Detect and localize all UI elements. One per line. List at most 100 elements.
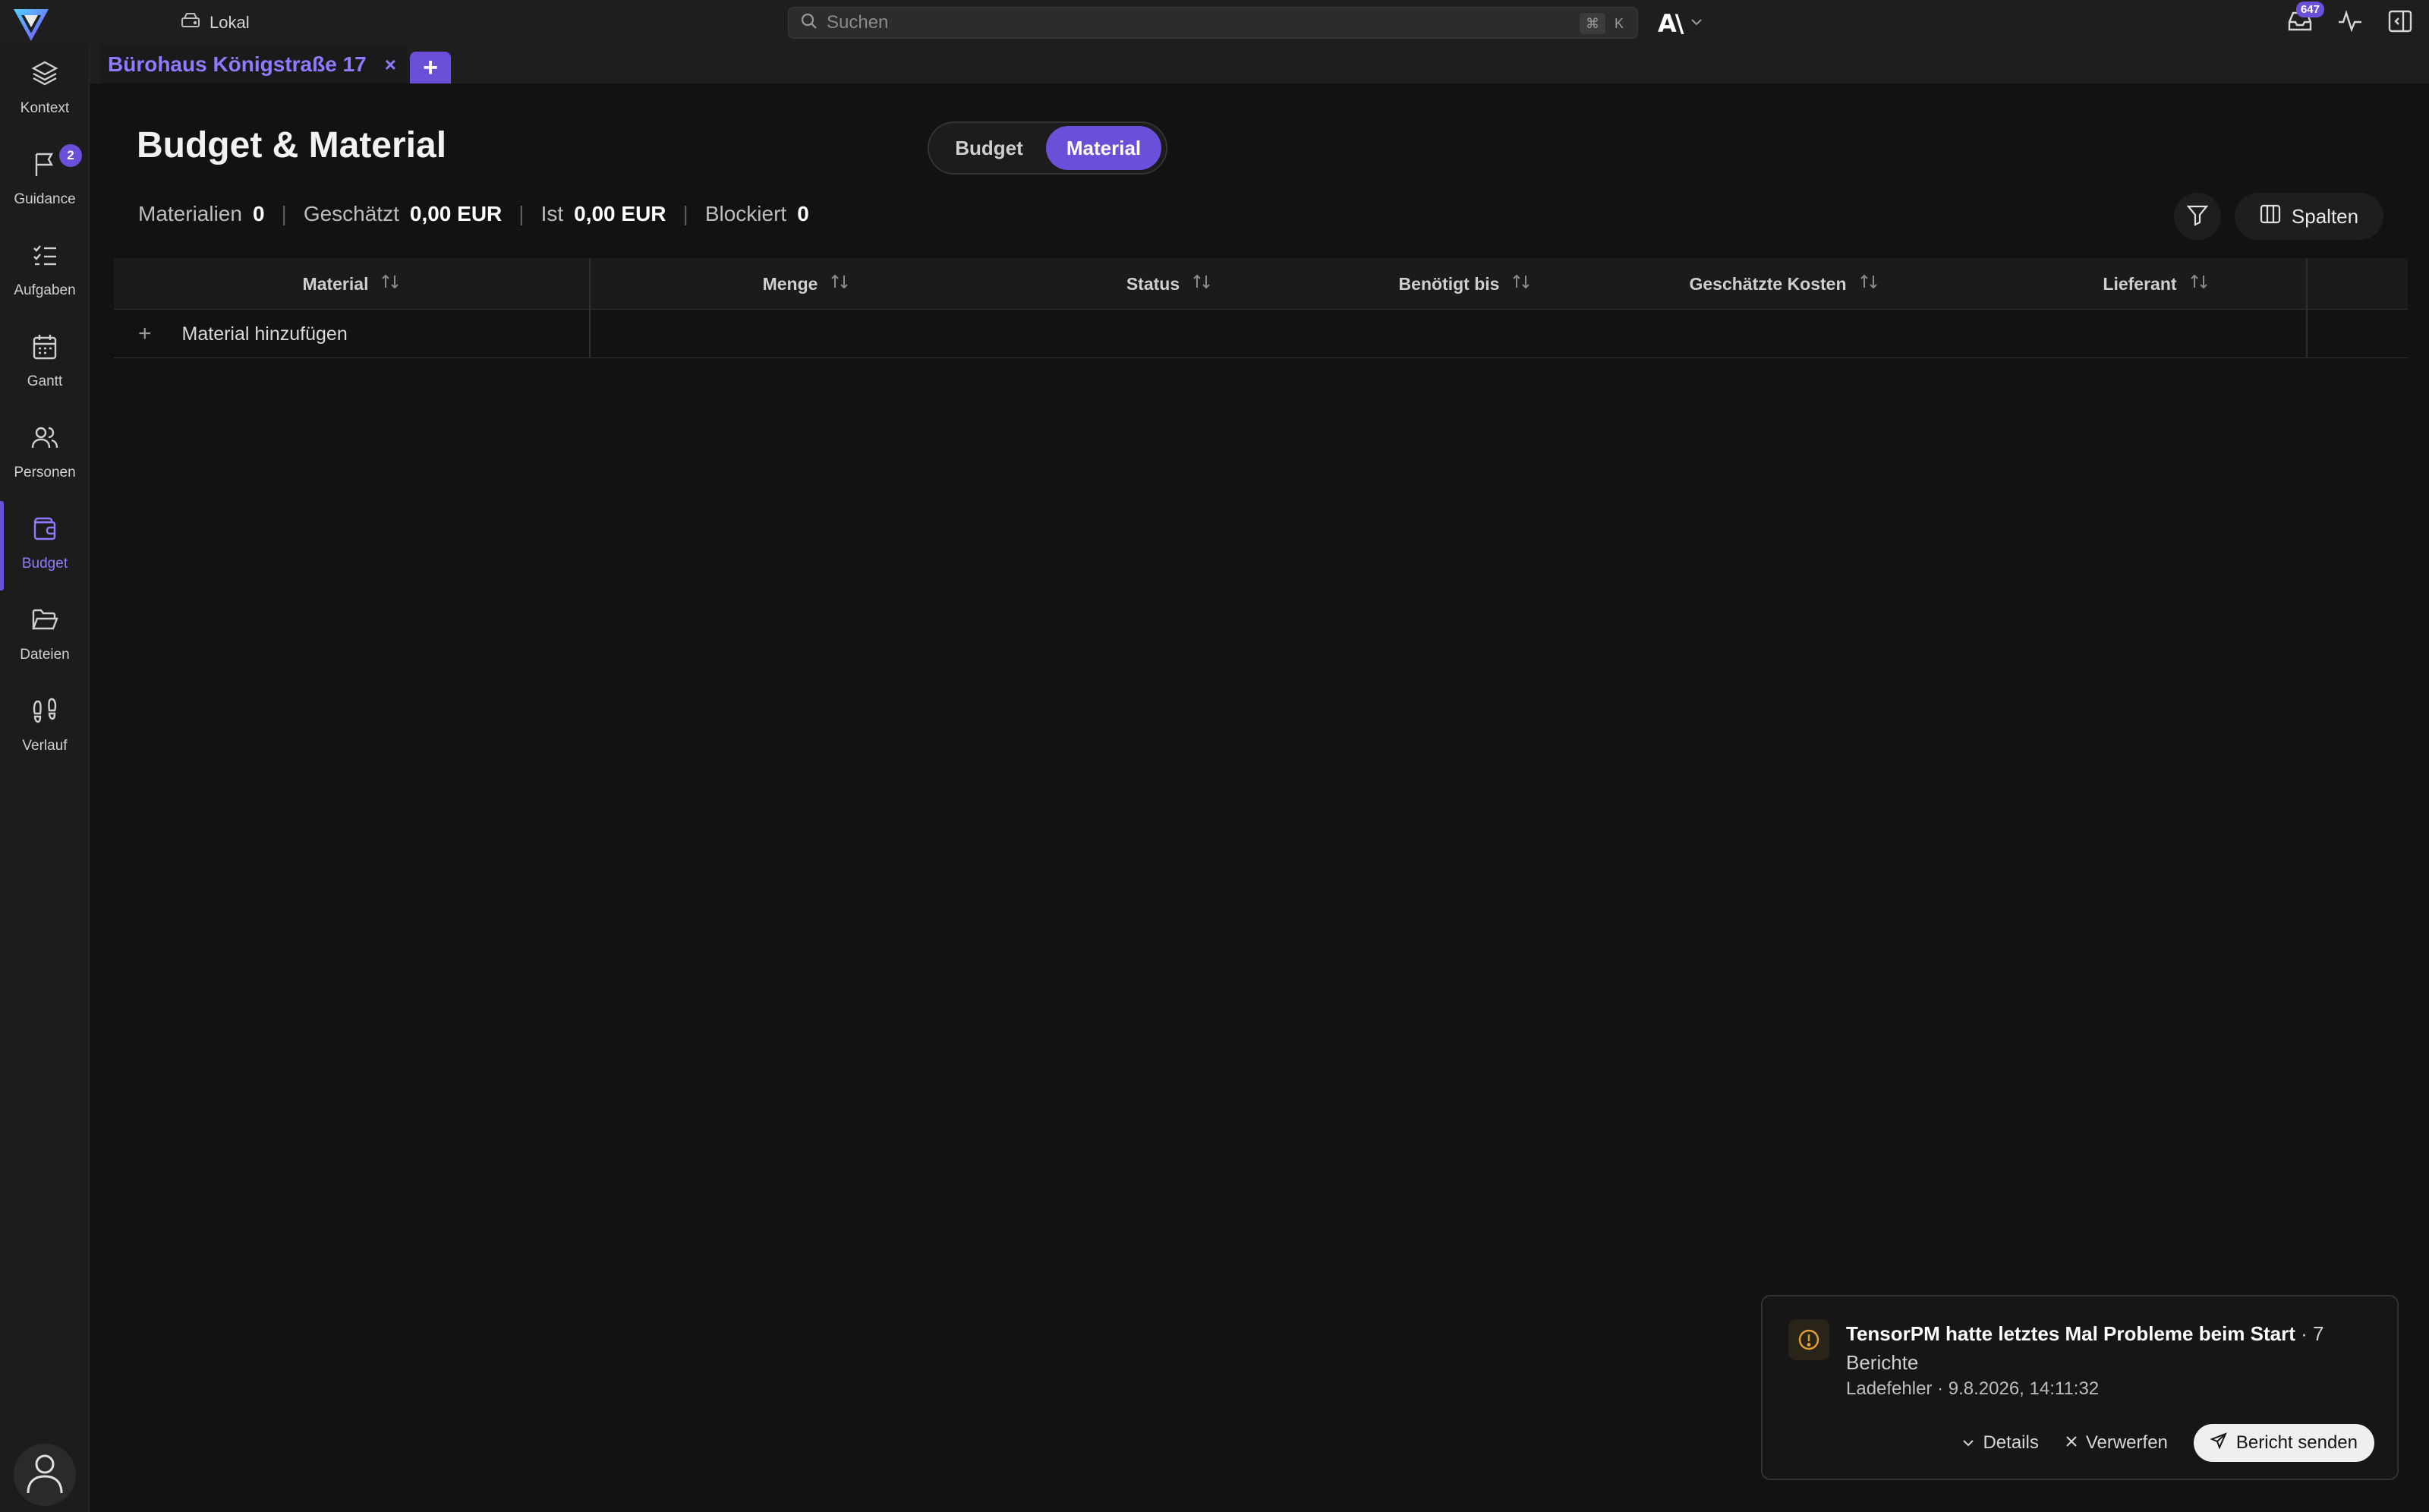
column-header-label: Geschätzte Kosten [1689, 273, 1847, 294]
warning-icon [1788, 1319, 1829, 1360]
stat-separator: | [518, 202, 525, 225]
add-tab-button[interactable]: + [410, 52, 451, 83]
column-header-geschaetzte-kosten[interactable]: Geschätzte Kosten [1632, 258, 1936, 310]
summary-stats: Materialien 0 | Geschätzt 0,00 EUR | Ist… [138, 202, 809, 226]
workspace-selector[interactable]: Lokal [181, 11, 250, 35]
column-divider [2306, 310, 2308, 358]
column-header-status[interactable]: Status [1093, 258, 1245, 310]
column-header-material[interactable]: Material [114, 258, 589, 310]
top-bar: Lokal Suchen ⌘ K A\ 647 [0, 0, 2429, 46]
column-divider [589, 310, 591, 358]
chevron-down-icon [1690, 17, 1703, 30]
stat-geschaetzt-label: Geschätzt [303, 202, 399, 225]
sidebar-item-aufgaben[interactable]: Aufgaben [0, 228, 90, 313]
sidebar-item-label: Aufgaben [14, 282, 76, 298]
toggle-panel-button[interactable] [2385, 8, 2415, 38]
tab-project[interactable]: Bürohaus Königstraße 17 × [100, 46, 407, 83]
tab-label: Bürohaus Königstraße 17 [108, 52, 367, 76]
column-divider [2306, 258, 2308, 310]
column-header-menge[interactable]: Menge [730, 258, 882, 310]
send-report-label: Bericht senden [2235, 1432, 2358, 1453]
add-material-row[interactable]: + Material hinzufügen [114, 310, 2408, 358]
stat-blockiert-label: Blockiert [704, 202, 787, 225]
sidebar-item-guidance[interactable]: Guidance 2 [0, 137, 90, 222]
view-switcher: Budget Material [928, 121, 1167, 175]
add-material-label: Material hinzufügen [181, 323, 348, 345]
column-divider [589, 258, 591, 310]
error-toast: TensorPM hatte letztes Mal Probleme beim… [1761, 1295, 2399, 1480]
sidebar-item-personen[interactable]: Personen [0, 410, 90, 495]
panel-right-icon [2388, 10, 2412, 36]
hard-drive-icon [181, 12, 200, 33]
details-label: Details [1983, 1432, 2039, 1453]
workspace-label: Lokal [210, 13, 250, 32]
sidebar-item-label: Verlauf [22, 738, 68, 754]
inbox-button[interactable]: 647 [2285, 2, 2324, 38]
stat-ist-label: Ist [540, 202, 564, 225]
layers-icon [30, 59, 59, 93]
calendar-icon [30, 332, 59, 366]
footprints-icon [30, 697, 59, 730]
search-icon [801, 13, 818, 33]
sidebar-item-label: Kontext [20, 100, 70, 116]
toast-title-main: TensorPM hatte letztes Mal Probleme beim… [1846, 1322, 2295, 1345]
details-button[interactable]: Details [1961, 1432, 2039, 1454]
add-material-button[interactable]: + Material hinzufügen [138, 310, 348, 358]
segment-material[interactable]: Material [1046, 126, 1161, 170]
wallet-icon [30, 515, 59, 548]
columns-icon [2260, 203, 2281, 230]
user-icon [25, 1452, 65, 1498]
stat-geschaetzt-value: 0,00 EUR [409, 202, 502, 225]
search-shortcut: ⌘ K [1580, 13, 1627, 34]
plus-icon: + [138, 321, 152, 346]
sidebar-item-label: Dateien [20, 647, 70, 663]
stat-materialien-value: 0 [252, 202, 265, 225]
column-header-label: Menge [762, 273, 818, 294]
app-logo[interactable] [11, 5, 52, 46]
sidebar-item-label: Budget [21, 556, 68, 572]
folder-icon [30, 606, 59, 639]
close-tab-icon[interactable]: × [385, 53, 396, 77]
stat-ist-value: 0,00 EUR [574, 202, 666, 225]
page-title: Budget & Material [137, 125, 447, 165]
ai-brand-mark: A\ [1658, 9, 1684, 38]
column-header-benoetigt-bis[interactable]: Benötigt bis [1359, 258, 1571, 310]
sort-icon [1859, 272, 1879, 295]
column-header-label: Benötigt bis [1398, 273, 1500, 294]
toast-subtitle: Ladefehler · 9.8.2026, 14:11:32 [1846, 1378, 2100, 1399]
activity-button[interactable] [2335, 8, 2365, 38]
columns-button[interactable]: Spalten [2235, 193, 2383, 240]
stat-separator: | [281, 202, 287, 225]
stat-separator: | [682, 202, 688, 225]
sidebar-item-dateien[interactable]: Dateien [0, 592, 90, 677]
column-header-label: Status [1126, 273, 1180, 294]
user-avatar[interactable] [14, 1444, 76, 1506]
search-placeholder: Suchen [827, 12, 889, 33]
sidebar-item-gantt[interactable]: Gantt [0, 319, 90, 404]
activity-icon [2337, 9, 2363, 36]
chevron-down-icon [1961, 1432, 1975, 1454]
sidebar-item-kontext[interactable]: Kontext [0, 46, 90, 131]
users-icon [30, 424, 59, 457]
column-header-label: Lieferant [2103, 273, 2177, 294]
sort-icon [380, 272, 400, 295]
sort-icon [830, 272, 849, 295]
close-icon [2065, 1432, 2078, 1454]
sidebar-item-verlauf[interactable]: Verlauf [0, 683, 90, 768]
sidebar-item-label: Guidance [14, 191, 76, 207]
sort-icon [2189, 272, 2209, 295]
send-icon [2210, 1432, 2227, 1454]
filter-button[interactable] [2174, 193, 2221, 240]
sidebar-item-budget[interactable]: Budget [0, 501, 90, 591]
ai-provider-selector[interactable]: A\ [1658, 9, 1703, 38]
sort-icon [1511, 272, 1531, 295]
segment-budget[interactable]: Budget [932, 126, 1046, 170]
column-header-lieferant[interactable]: Lieferant [2042, 258, 2270, 310]
dismiss-button[interactable]: Verwerfen [2065, 1432, 2168, 1454]
sidebar: Kontext Guidance 2 Aufgaben Gantt Person… [0, 46, 90, 1512]
search-input[interactable]: Suchen ⌘ K [788, 7, 1638, 39]
table-header: Material Menge Status Benötigt bis Gesch… [114, 258, 2408, 310]
list-checks-icon [30, 241, 59, 275]
send-report-button[interactable]: Bericht senden [2193, 1424, 2374, 1462]
flag-icon [30, 150, 59, 184]
